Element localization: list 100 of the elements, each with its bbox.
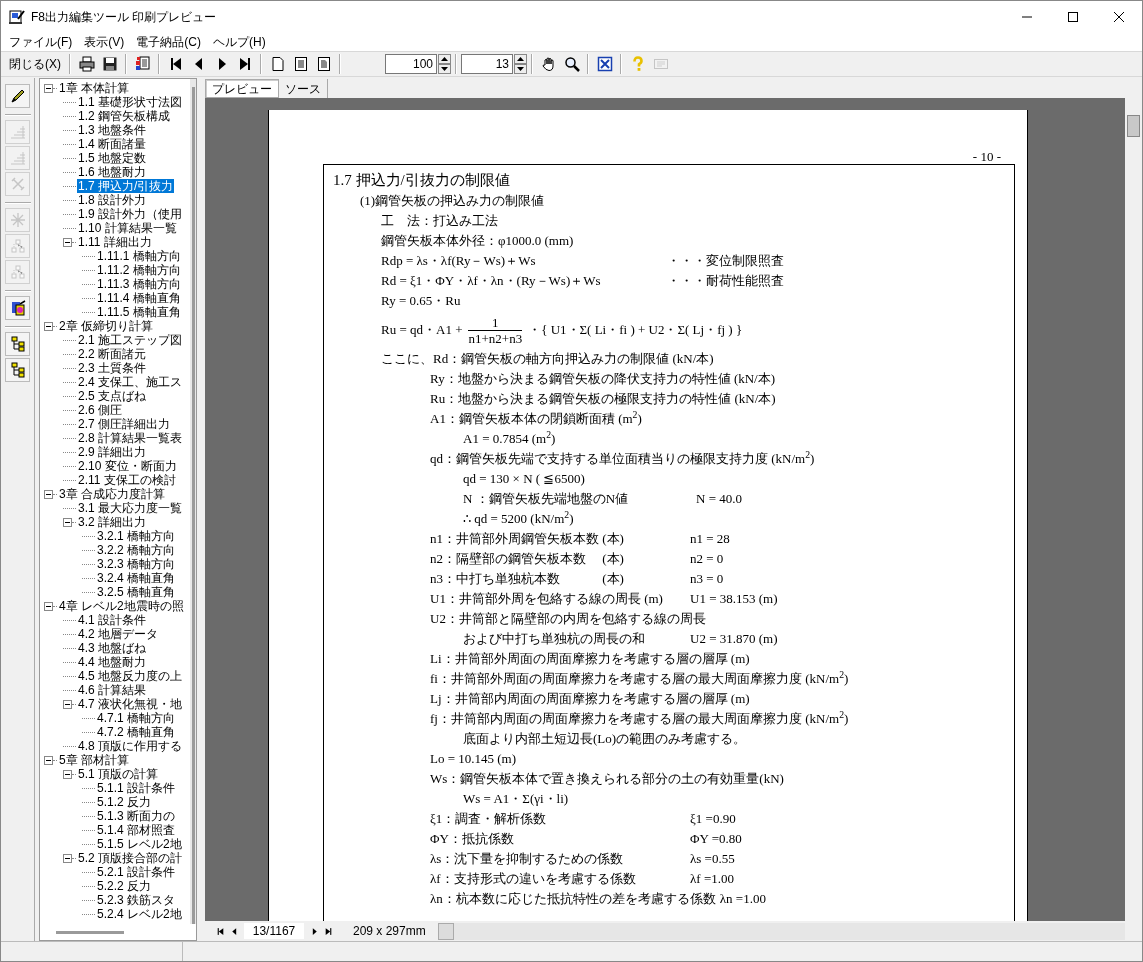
collapse-toggle[interactable] [63,853,72,863]
tree-item[interactable]: 4.5 地盤反力度の上 [77,669,183,683]
document-text: ΦY：抵抗係数 [430,830,515,849]
document-text: λn：杭本数に応じた抵抗特性の差を考慮する係数 [430,890,716,909]
tree-item[interactable]: 1.7 押込力/引抜力 [77,179,175,193]
tree-item[interactable]: 5.1.2 反力 [96,795,153,809]
tree-item[interactable]: 1.1 基礎形状寸法図 [77,95,183,109]
tree-item[interactable]: 1.3 地盤条件 [77,123,147,137]
tree-item[interactable]: 5.2 頂版接合部の計 [77,851,183,865]
tree-item[interactable]: 3.2.3 橋軸方向 [96,557,177,571]
report-button[interactable] [5,296,30,320]
tree-item[interactable]: 5.1.1 設計条件 [96,781,177,795]
document-text: Rd = ξ1・ΦY・λf・λn・(Ry－Ws)＋Ws [381,272,602,291]
tree-item[interactable]: 2.7 側圧詳細出力 [77,417,171,431]
tree-item[interactable]: 5.2.3 鉄筋スタ [96,893,177,907]
tree-item[interactable]: 1.11.1 橋軸方向 [96,249,182,263]
tree-item[interactable]: 2.10 変位・断面力 [77,459,178,473]
page-field[interactable]: 13/1167 [244,923,304,939]
number-field[interactable]: 13 [461,54,513,74]
tree-item[interactable]: 4.3 地盤ばね [77,641,147,655]
document-text: λf：支持形式の違いを考慮する係数 [430,870,637,889]
tree-item[interactable]: 1.11.2 橋軸方向 [96,263,182,277]
edit-button[interactable] [5,84,30,108]
tree-item[interactable]: 3.2.2 橋軸方向 [96,543,177,557]
document-text: ∴ qd = 5200 (kN/m$^{2}$) [463,509,574,529]
collapse-toggle[interactable] [63,699,72,709]
tree-item[interactable]: 5.1.3 断面力の [96,809,177,823]
tree-view-button[interactable] [5,358,30,382]
burst-icon [9,212,26,228]
tree-item[interactable]: 3.2.1 橋軸方向 [96,529,177,543]
tree-item[interactable]: 4.7.1 橋軸方向 [96,711,177,725]
tree-item[interactable]: 1.11.5 橋軸直角 [96,305,182,319]
tree-item[interactable]: 3章 合成応力度計算 [58,487,166,501]
tree-item[interactable]: 3.2.5 橋軸直角 [96,585,177,599]
close-preview-button[interactable]: 閉じる(X) [5,53,65,75]
collapse-toggle[interactable] [44,83,53,93]
tree-item[interactable]: 5.1.5 レベル2地 [96,837,183,851]
view-tab[interactable]: プレビュー [205,79,279,98]
tree-item[interactable]: 5.2.1 設計条件 [96,865,177,879]
document-text: Ws = A1・Σ(γi・li) [463,790,569,809]
tree-item[interactable]: 4.2 地層データ [77,627,159,641]
tree-item[interactable]: 2.2 断面諸元 [77,347,147,361]
menu-item[interactable]: ヘルプ(H) [207,32,272,51]
tree-item[interactable]: 2.5 支点ばね [77,389,147,403]
menu-item[interactable]: 電子納品(C) [130,32,207,51]
tree-item[interactable]: 5章 部材計算 [58,753,130,767]
number-field[interactable]: 100 [385,54,437,74]
tree-item[interactable]: 4.7.2 橋軸直角 [96,725,177,739]
tree-item[interactable]: 5.2.4 レベル2地 [96,907,183,921]
tree-item[interactable]: 4章 レベル2地震時の照 [58,599,185,613]
tree-item[interactable]: 5.1.4 部材照査 [96,823,177,837]
tree-item[interactable]: 1章 本体計算 [58,81,130,95]
tree-item[interactable]: 2章 仮締切り計算 [58,319,154,333]
tree-item[interactable]: 2.1 施工ステップ図 [77,333,183,347]
menu-item[interactable]: ファイル(F) [3,32,79,51]
tree-item[interactable]: 1.8 設計外力 [77,193,147,207]
tree-item[interactable]: 3.1 最大応力度一覧 [77,501,183,515]
document-text: qd = 130 × N ( ≦6500) [463,470,585,489]
document-text: Lj：井筒部内周面の周面摩擦力を考慮する層の層厚 (m) [430,690,750,709]
tree-item[interactable]: 2.4 支保工、施工ス [77,375,183,389]
tree-item[interactable]: 2.3 土質条件 [77,361,147,375]
window-title: F8出力編集ツール 印刷プレビュー [31,8,217,26]
menu-item[interactable]: 表示(V) [78,32,131,51]
tree-item[interactable]: 3.2.4 橋軸直角 [96,571,177,585]
tree-item[interactable]: 1.9 設計外力（使用 [77,207,183,221]
tree-item[interactable]: 3.2 詳細出力 [77,515,147,529]
collapse-toggle[interactable] [44,321,53,331]
scrollbar[interactable] [437,922,1125,940]
tree-item[interactable]: 1.11 詳細出力 [77,235,153,249]
tree-item[interactable]: 5.2.2 反力 [96,879,153,893]
tree-item[interactable]: 4.7 液状化無視・地 [77,697,183,711]
tree-item[interactable]: 2.11 支保工の検討 [77,473,177,487]
collapse-toggle[interactable] [63,517,72,527]
tree-item[interactable]: 2.9 詳細出力 [77,445,147,459]
tree-item[interactable]: 1.4 断面諸量 [77,137,147,151]
scrollbar[interactable] [190,79,196,924]
tree-view-button[interactable] [5,332,30,356]
tree-item[interactable]: 1.11.4 橋軸直角 [96,291,182,305]
tree-item[interactable]: 1.6 地盤耐力 [77,165,147,179]
tree-item[interactable]: 4.1 設計条件 [77,613,147,627]
tree-item[interactable]: 2.6 側圧 [77,403,123,417]
tree-item[interactable]: 4.8 頂版に作用する [77,739,183,753]
tree-item[interactable]: 2.8 計算結果一覧表 [77,431,183,445]
page-icon [269,56,286,72]
collapse-toggle[interactable] [63,769,72,779]
collapse-toggle[interactable] [44,601,53,611]
collapse-toggle[interactable] [44,489,53,499]
spin-buttons[interactable] [438,54,451,74]
tree-item[interactable]: 4.6 計算結果 [77,683,147,697]
tree-item[interactable]: 5.1 頂版の計算 [77,767,159,781]
tree-item[interactable]: 4.4 地盤耐力 [77,655,147,669]
tree-item[interactable]: 1.10 計算結果一覧 [77,221,178,235]
spin-buttons[interactable] [514,54,527,74]
document-text: n3：中打ち単独杭本数 (本) [430,570,625,589]
tree-item[interactable]: 1.11.3 橋軸方向 [96,277,182,291]
tree-icon [9,336,26,352]
collapse-toggle[interactable] [44,755,53,765]
collapse-toggle[interactable] [63,237,72,247]
tree-item[interactable]: 1.2 鋼管矢板構成 [77,109,171,123]
tree-item[interactable]: 1.5 地盤定数 [77,151,147,165]
